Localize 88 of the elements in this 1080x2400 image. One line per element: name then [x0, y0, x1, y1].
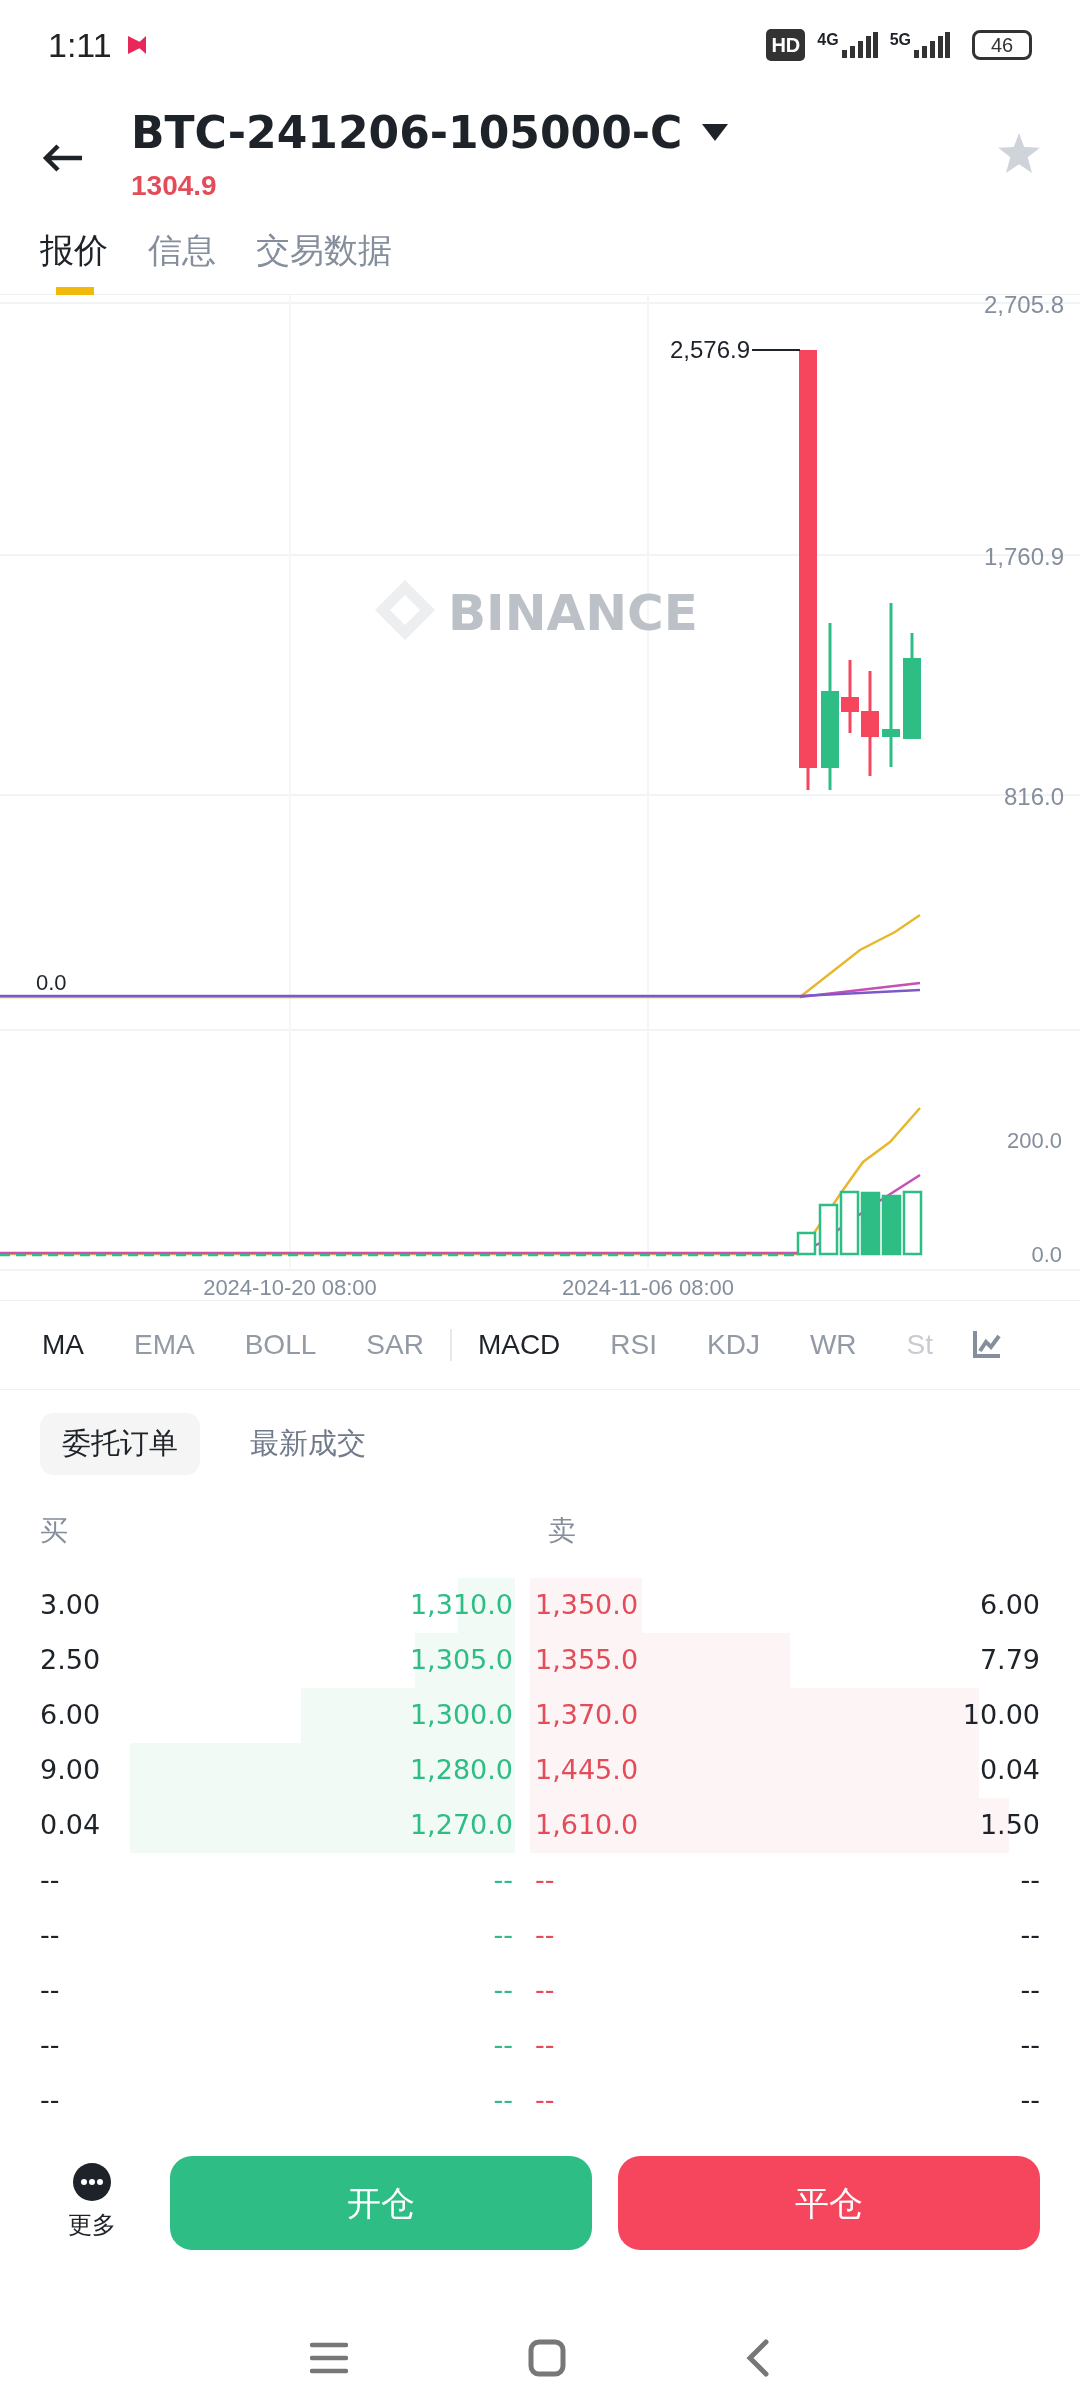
indicator-axis-label: 0.0 — [36, 970, 67, 995]
section-tab[interactable]: 信息 — [148, 225, 216, 276]
price-axis-label: 2,705.8 — [983, 295, 1064, 318]
bid-price: -- — [493, 2083, 514, 2118]
bid-quantity: 2.50 — [40, 1643, 101, 1678]
ask-price: 1,370.0 — [534, 1698, 639, 1733]
macd-axis-label: 200.0 — [1006, 1128, 1062, 1153]
ask-price: -- — [534, 1918, 555, 1953]
ask-price: 1,445.0 — [534, 1753, 639, 1788]
bid-quantity: 0.04 — [40, 1808, 101, 1843]
ask-quantity: 1.50 — [979, 1808, 1040, 1843]
indicator-tab[interactable]: BOLL — [244, 1324, 317, 1366]
network-label: 5G — [889, 32, 911, 48]
bid-price: 1,270.0 — [409, 1808, 514, 1843]
home-icon[interactable] — [528, 2339, 566, 2377]
ask-price: -- — [534, 2028, 555, 2063]
bid-price: -- — [493, 2028, 514, 2063]
bid-quantity: 3.00 — [40, 1588, 101, 1623]
bid-quantity: -- — [40, 1863, 60, 1898]
time-axis-label: 2024-10-20 08:00 — [203, 1275, 377, 1300]
indicator-tab[interactable]: WR — [809, 1324, 857, 1366]
bid-header: 买 — [40, 1514, 69, 1548]
ask-quantity: 0.04 — [979, 1753, 1040, 1788]
bid-price: -- — [493, 1918, 514, 1953]
signal-icon — [914, 32, 950, 58]
order-tab[interactable]: 委托订单 — [40, 1413, 200, 1475]
ask-quantity: 7.79 — [979, 1643, 1040, 1678]
indicator-tab[interactable]: KDJ — [707, 1324, 760, 1366]
ask-price: 1,355.0 — [534, 1643, 639, 1678]
bid-price: 1,280.0 — [409, 1753, 514, 1788]
ask-quantity: -- — [1020, 2083, 1040, 2118]
back-arrow-icon[interactable] — [42, 143, 84, 173]
chart-watermark: BINANCE — [448, 584, 698, 642]
price-axis-label: 816.0 — [1003, 783, 1064, 810]
ask-header: 卖 — [548, 1514, 576, 1548]
indicator-tab[interactable]: MA — [42, 1324, 84, 1366]
ask-price: -- — [534, 2083, 555, 2118]
bid-quantity: -- — [40, 1973, 60, 2008]
ask-quantity: -- — [1020, 1863, 1040, 1898]
more-options-icon[interactable] — [73, 2163, 111, 2201]
tab-indicator — [56, 287, 94, 295]
close-position-button[interactable]: 平仓 — [618, 2156, 1040, 2250]
recent-apps-icon[interactable] — [310, 2341, 348, 2375]
indicator-tab[interactable]: MACD — [477, 1324, 561, 1366]
bid-quantity: -- — [40, 2028, 60, 2063]
dropdown-caret-icon[interactable] — [702, 124, 729, 142]
indicator-tab[interactable]: RSI — [610, 1324, 657, 1366]
app-notification-icon — [125, 34, 148, 56]
section-tab[interactable]: 交易数据 — [256, 225, 392, 276]
more-label[interactable]: 更多 — [68, 2207, 116, 2243]
contract-title[interactable]: BTC-241206-105000-C — [131, 105, 683, 161]
hd-badge: HD — [766, 29, 806, 61]
macd-axis-label: 0.0 — [1031, 1242, 1062, 1267]
ask-quantity: 6.00 — [979, 1588, 1040, 1623]
battery-indicator: 46 — [972, 30, 1032, 60]
time-axis-label: 2024-11-06 08:00 — [561, 1275, 735, 1300]
ask-quantity: -- — [1020, 2028, 1040, 2063]
leader-line — [751, 349, 801, 351]
ask-quantity: -- — [1020, 1918, 1040, 1953]
chart-settings-icon[interactable] — [972, 1329, 1002, 1359]
bid-price: -- — [493, 1973, 514, 2008]
clock-time: 1:11 — [48, 24, 112, 66]
bid-quantity: 9.00 — [40, 1753, 101, 1788]
signal-icon — [841, 32, 878, 58]
ask-quantity: 10.00 — [962, 1698, 1040, 1733]
ask-price: -- — [534, 1973, 555, 2008]
section-tab[interactable]: 报价 — [40, 225, 108, 276]
bid-price: 1,305.0 — [409, 1643, 514, 1678]
open-position-button[interactable]: 开仓 — [170, 2156, 592, 2250]
favorite-star-icon[interactable] — [998, 133, 1040, 173]
network-label: 4G — [817, 32, 839, 48]
order-tab[interactable]: 最新成交 — [228, 1413, 388, 1475]
bid-price: 1,300.0 — [409, 1698, 514, 1733]
ask-price: 1,610.0 — [534, 1808, 639, 1843]
indicator-tab[interactable]: EMA — [134, 1324, 195, 1366]
ask-quantity: -- — [1020, 1973, 1040, 2008]
ask-price: 1,350.0 — [534, 1588, 639, 1623]
high-price-label: 2,576.9 — [669, 336, 750, 363]
bid-quantity: 6.00 — [40, 1698, 101, 1733]
last-price: 1304.9 — [131, 169, 217, 203]
indicator-tab[interactable]: SAR — [366, 1324, 424, 1366]
bid-quantity: -- — [40, 1918, 60, 1953]
back-icon[interactable] — [746, 2339, 770, 2377]
bid-price: 1,310.0 — [409, 1588, 514, 1623]
ask-price: -- — [534, 1863, 555, 1898]
bid-price: -- — [493, 1863, 514, 1898]
bid-quantity: -- — [40, 2083, 60, 2118]
price-axis-label: 1,760.9 — [983, 543, 1064, 570]
